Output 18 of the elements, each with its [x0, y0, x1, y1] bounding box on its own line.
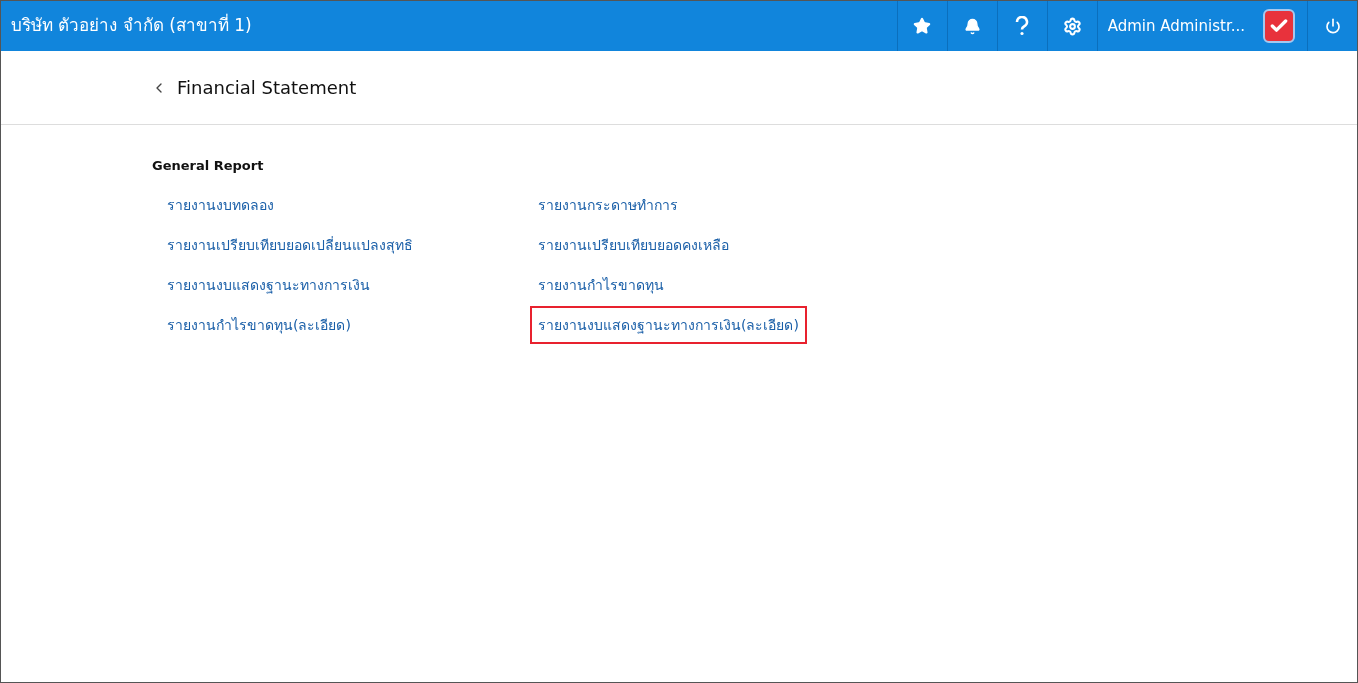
report-link[interactable]: รายงานกำไรขาดทุน(ละเอียด) [167, 313, 351, 336]
report-link[interactable]: รายงานงบแสดงฐานะทางการเงิน [167, 273, 370, 296]
report-link[interactable]: รายงานกำไรขาดทุน [538, 273, 664, 296]
user-menu[interactable]: Admin Administr... [1107, 14, 1245, 38]
app-logo [1263, 9, 1295, 43]
report-link[interactable]: รายงานเปรียบเทียบยอดเปลี่ยนแปลงสุทธิ [167, 233, 413, 256]
section-title: General Report [152, 157, 265, 175]
company-name: บริษัท ตัวอย่าง จำกัด (สาขาที่ 1) [10, 13, 253, 38]
help-icon [1015, 16, 1030, 36]
report-link[interactable]: รายงานกระดาษทำการ [538, 193, 678, 216]
report-link[interactable]: รายงานงบแสดงฐานะทางการเงิน(ละเอียด) [530, 305, 807, 344]
power-icon [1324, 18, 1341, 34]
star-icon [913, 17, 932, 35]
settings-icon [1062, 16, 1082, 36]
page-title: Financial Statement [177, 76, 357, 100]
report-link[interactable]: รายงานเปรียบเทียบยอดคงเหลือ [538, 233, 729, 256]
bell-icon [963, 17, 981, 35]
report-link[interactable]: รายงานงบทดลอง [167, 193, 274, 216]
